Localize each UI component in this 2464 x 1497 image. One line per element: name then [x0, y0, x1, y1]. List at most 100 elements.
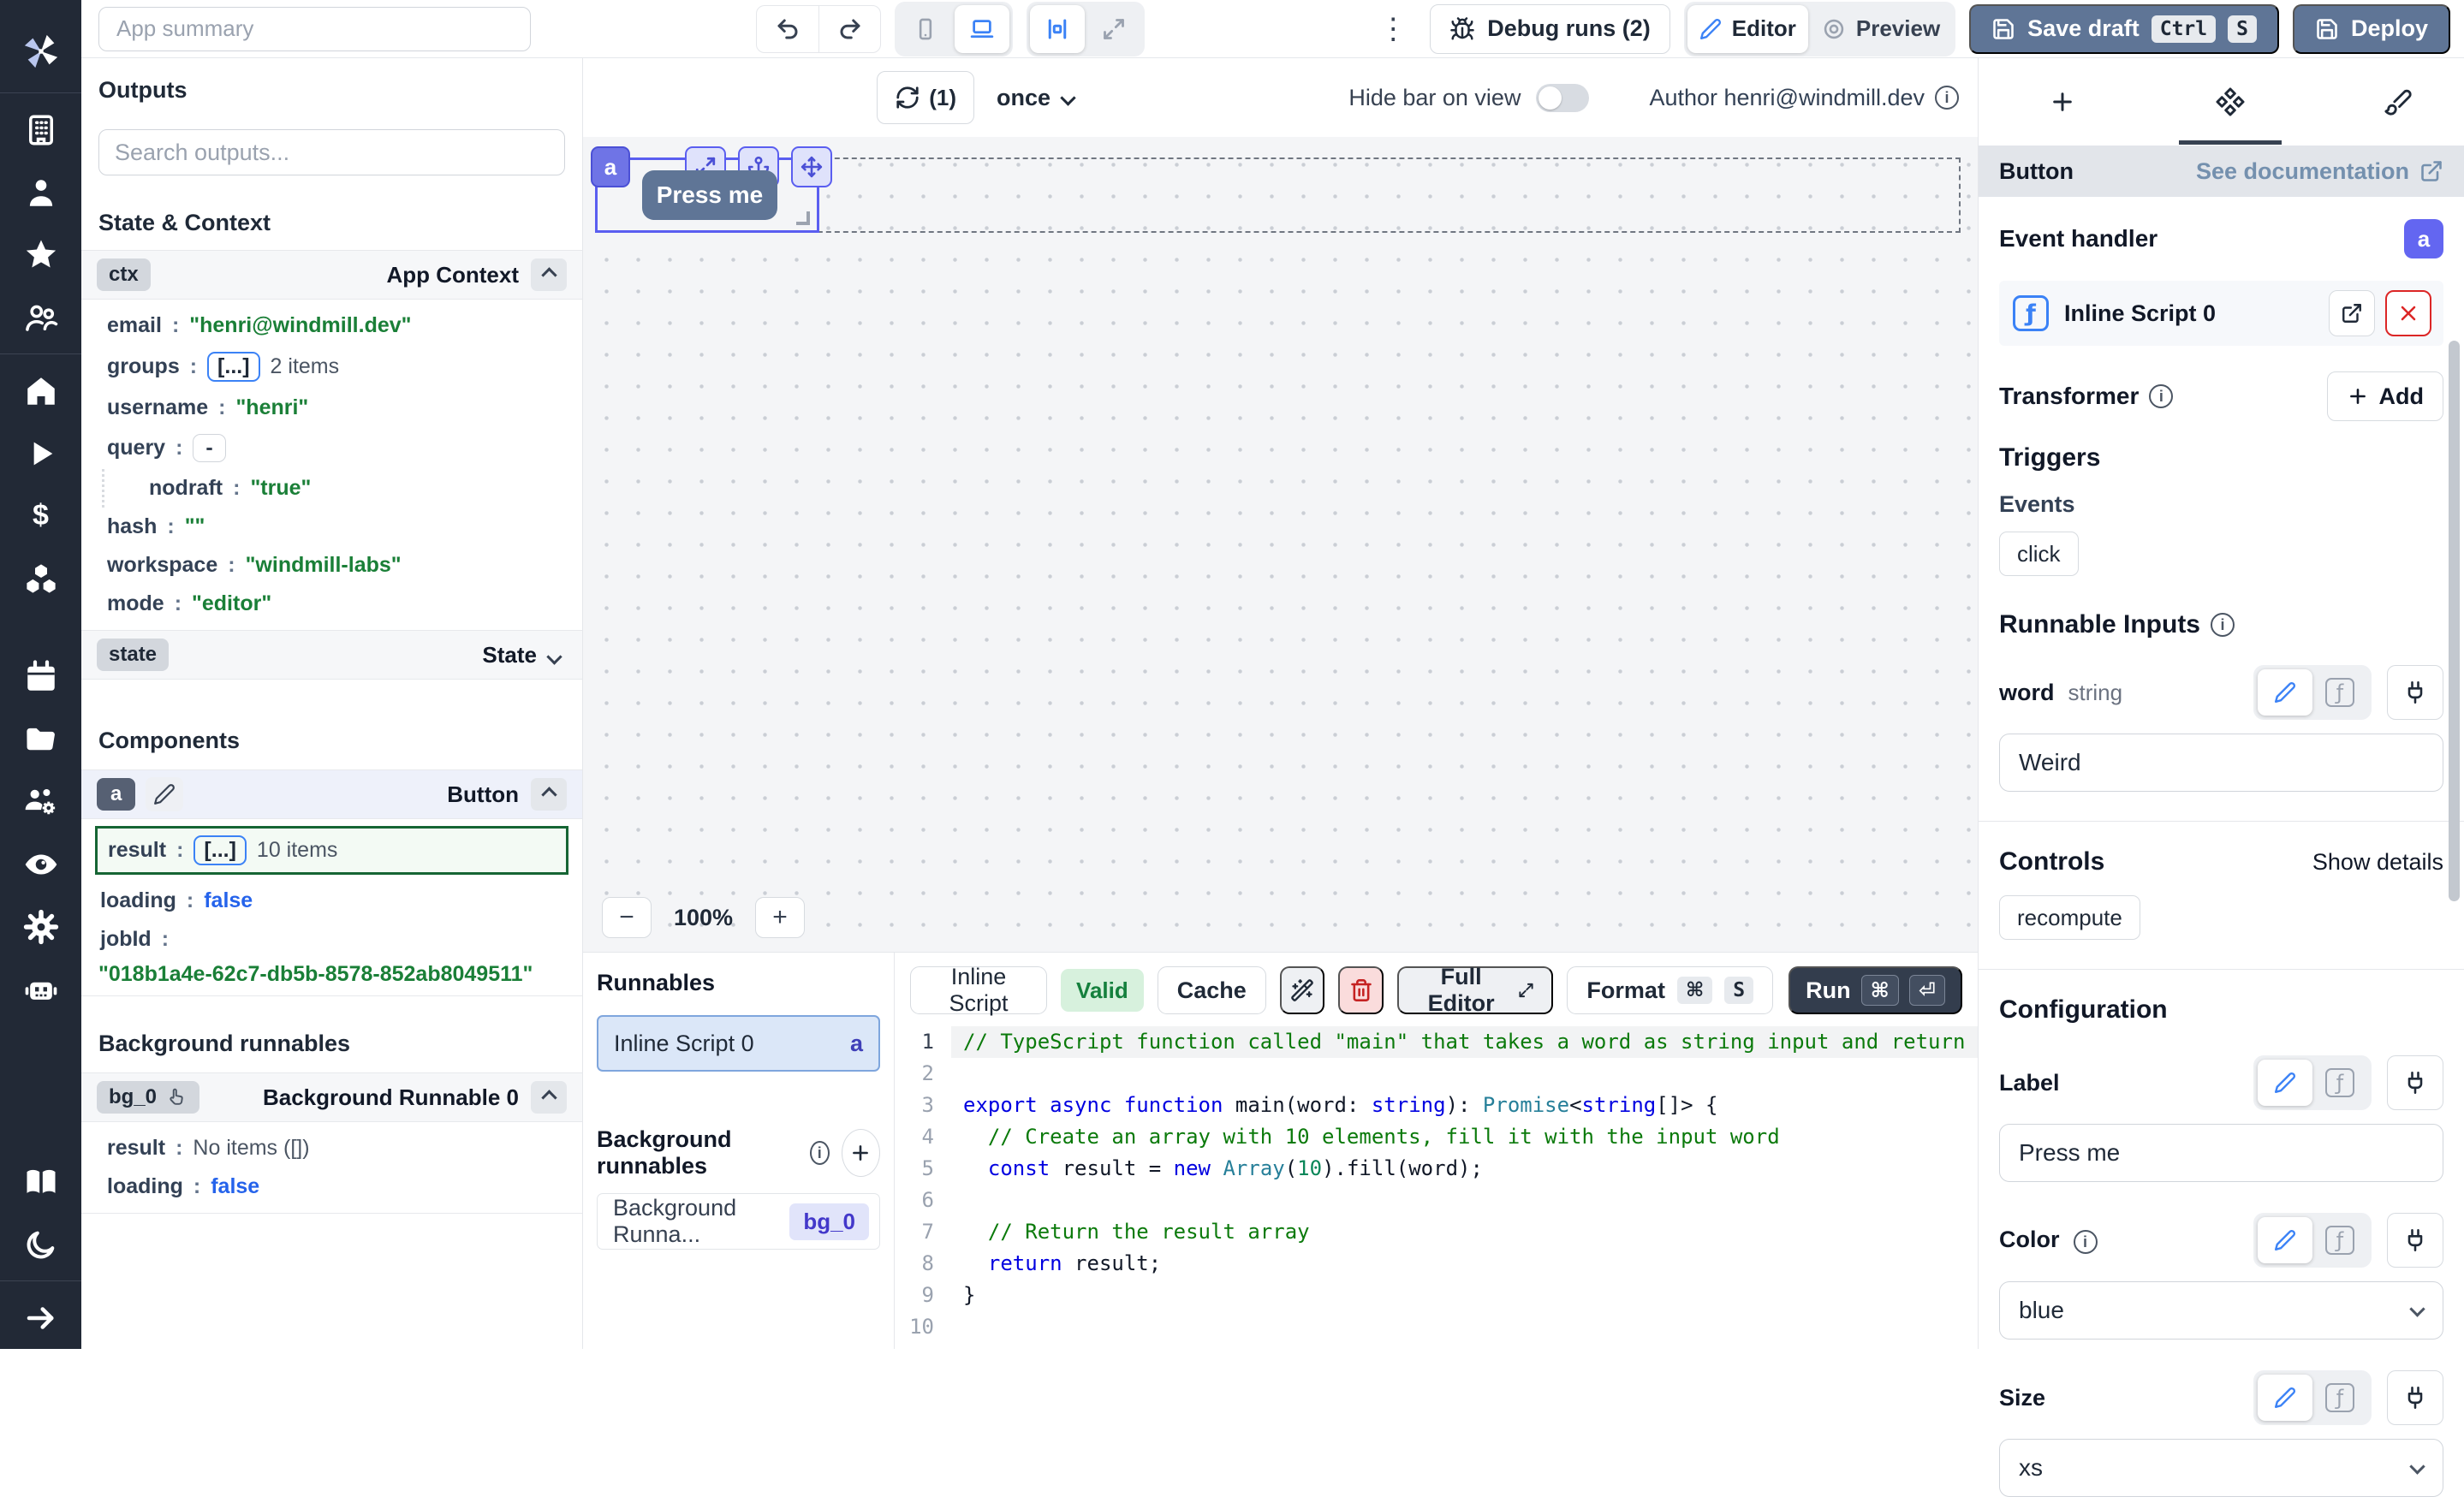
result-highlight[interactable]: result:[...]10 items — [95, 826, 568, 875]
button-collapse-button[interactable] — [531, 778, 567, 811]
resources-cubes-icon[interactable] — [0, 547, 81, 609]
collapse-rail-arrow-icon[interactable] — [0, 1286, 81, 1349]
variables-dollar-icon[interactable]: $ — [0, 484, 81, 547]
info-icon[interactable]: i — [2074, 1230, 2098, 1254]
state-expand-button[interactable] — [549, 642, 567, 668]
desktop-view-button[interactable] — [955, 5, 1009, 53]
app-canvas[interactable]: a Press me − 100% + — [583, 137, 1978, 952]
audit-eye-icon[interactable] — [0, 833, 81, 895]
inline-script-tab[interactable]: Inline Script — [910, 966, 1047, 1014]
schedules-calendar-icon[interactable] — [0, 645, 81, 708]
rename-pencil-icon[interactable] — [146, 777, 183, 811]
code-line[interactable]: 8 return result; — [895, 1248, 1978, 1280]
code-line[interactable]: 2 — [895, 1058, 1978, 1090]
zoom-out-button[interactable]: − — [602, 897, 652, 938]
static-mode-button[interactable] — [2258, 1060, 2312, 1106]
code-line[interactable]: 1// TypeScript function called "main" th… — [895, 1026, 1978, 1058]
redo-button[interactable] — [818, 6, 880, 52]
refresh-runnables-button[interactable]: (1) — [877, 71, 974, 124]
delete-script-button[interactable] — [1338, 966, 1384, 1014]
scrollbar-thumb[interactable] — [2449, 341, 2460, 901]
tab-editor[interactable]: Editor — [1687, 5, 1808, 53]
run-button[interactable]: Run ⌘⏎ — [1788, 966, 1962, 1014]
static-mode-button[interactable] — [2258, 669, 2312, 716]
save-draft-button[interactable]: Save draft CtrlS — [1969, 4, 2279, 54]
add-transformer-button[interactable]: Add — [2327, 371, 2443, 421]
button-component-selected[interactable]: a Press me — [595, 157, 819, 233]
expand-array-badge[interactable]: [...] — [193, 835, 247, 865]
word-value-input[interactable] — [1999, 734, 2443, 792]
center-align-button[interactable] — [1030, 5, 1085, 53]
windmill-logo-icon[interactable] — [0, 15, 81, 87]
resize-handle[interactable] — [796, 211, 810, 225]
ctx-group-header[interactable]: ctx App Context — [81, 250, 582, 300]
click-event-chip[interactable]: click — [1999, 532, 2079, 576]
remove-script-button[interactable] — [2385, 290, 2431, 336]
component-id-tag[interactable]: a — [591, 146, 630, 187]
user-icon[interactable] — [0, 161, 81, 223]
see-documentation-link[interactable]: See documentation — [2196, 158, 2443, 185]
app-summary-input[interactable] — [98, 7, 531, 51]
favorites-star-icon[interactable] — [0, 223, 81, 286]
runnable-item-selected[interactable]: Inline Script 0 a — [597, 1015, 880, 1072]
info-icon[interactable]: i — [810, 1141, 830, 1165]
expression-mode-button[interactable]: ƒ — [2312, 1375, 2367, 1421]
code-line[interactable]: 7 // Return the result array — [895, 1216, 1978, 1248]
size-select[interactable]: xs — [1999, 1439, 2443, 1497]
expression-mode-button[interactable]: ƒ — [2312, 1217, 2367, 1263]
docs-book-icon[interactable] — [0, 1150, 81, 1213]
info-icon[interactable]: i — [2149, 384, 2173, 408]
workspace-building-icon[interactable] — [0, 98, 81, 161]
ai-wand-button[interactable] — [1280, 966, 1325, 1014]
info-icon[interactable]: i — [2211, 613, 2235, 637]
hide-bar-toggle[interactable] — [1536, 84, 1589, 112]
format-button[interactable]: Format ⌘S — [1567, 966, 1773, 1014]
move-component-button[interactable] — [791, 146, 832, 187]
tab-styling[interactable] — [2347, 59, 2449, 145]
dark-mode-moon-icon[interactable] — [0, 1213, 81, 1275]
code-line[interactable]: 3export async function main(word: string… — [895, 1090, 1978, 1121]
code-line[interactable]: 6 — [895, 1185, 1978, 1216]
expand-object-badge[interactable]: - — [193, 434, 225, 462]
expression-mode-button[interactable]: ƒ — [2312, 1060, 2367, 1106]
recompute-chip[interactable]: recompute — [1999, 895, 2140, 940]
search-outputs-input[interactable] — [98, 129, 565, 175]
info-icon[interactable]: i — [1935, 86, 1959, 110]
expression-mode-button[interactable]: ƒ — [2312, 669, 2367, 716]
groups-icon[interactable] — [0, 286, 81, 348]
bg0-collapse-button[interactable] — [531, 1081, 567, 1114]
press-me-button[interactable]: Press me — [642, 170, 777, 220]
code-line[interactable]: 4 // Create an array with 10 elements, f… — [895, 1121, 1978, 1153]
ctx-collapse-button[interactable] — [531, 258, 567, 291]
connect-plug-button[interactable] — [2387, 1213, 2443, 1268]
color-select[interactable]: blue — [1999, 1281, 2443, 1340]
tab-insert-component[interactable] — [2011, 59, 2114, 145]
refresh-mode-dropdown[interactable]: once — [997, 85, 1074, 111]
connect-plug-button[interactable] — [2387, 1055, 2443, 1110]
home-icon[interactable] — [0, 359, 81, 422]
mobile-view-button[interactable] — [898, 5, 953, 53]
code-area[interactable]: 1// TypeScript function called "main" th… — [895, 1026, 1978, 1343]
open-script-button[interactable] — [2329, 290, 2375, 336]
connect-plug-button[interactable] — [2387, 665, 2443, 720]
tab-component-settings[interactable] — [2179, 59, 2282, 145]
cache-button[interactable]: Cache — [1158, 966, 1266, 1014]
expand-array-badge[interactable]: [...] — [207, 352, 260, 382]
button-component-header[interactable]: a Button — [81, 769, 582, 819]
runs-play-icon[interactable] — [0, 422, 81, 484]
settings-gear-icon[interactable] — [0, 895, 81, 958]
bg-runnable-item[interactable]: Background Runna... bg_0 — [597, 1193, 880, 1250]
code-line[interactable]: 10 — [895, 1311, 1978, 1343]
workers-users-gear-icon[interactable] — [0, 770, 81, 833]
debug-runs-button[interactable]: Debug runs (2) — [1430, 4, 1670, 54]
bg0-group-header[interactable]: bg_0 Background Runnable 0 — [81, 1072, 582, 1122]
deploy-button[interactable]: Deploy — [2293, 4, 2450, 54]
folders-icon[interactable] — [0, 708, 81, 770]
undo-button[interactable] — [757, 6, 818, 52]
fullscreen-button[interactable] — [1086, 5, 1141, 53]
ai-robot-icon[interactable] — [0, 958, 81, 1020]
event-handler-script-row[interactable]: ƒ Inline Script 0 — [1999, 281, 2443, 346]
full-editor-button[interactable]: Full Editor — [1397, 966, 1554, 1014]
static-mode-button[interactable] — [2258, 1375, 2312, 1421]
show-details-link[interactable]: Show details — [2312, 849, 2443, 876]
